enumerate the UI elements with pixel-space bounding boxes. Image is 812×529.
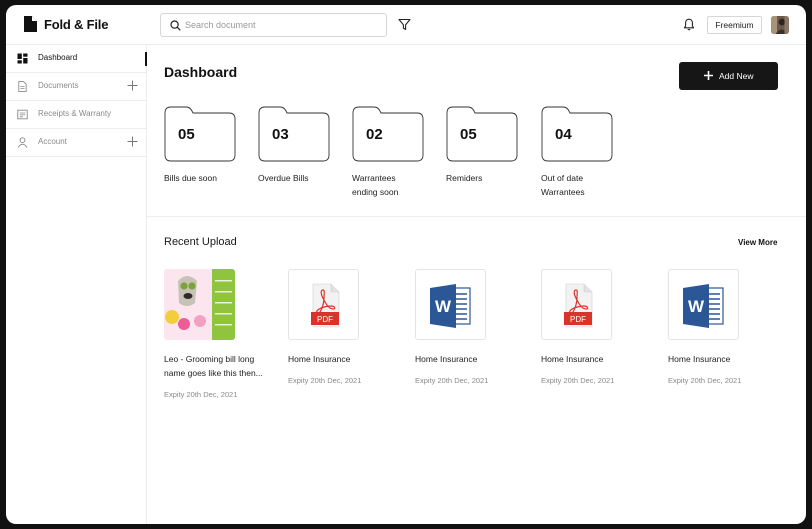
page-title: Dashboard	[164, 64, 238, 80]
file-name: Home Insurance	[415, 352, 527, 366]
sidebar-item-label: Account	[38, 137, 67, 146]
file-name: Home Insurance	[541, 352, 653, 366]
stat-label-line: Bills due soon	[164, 173, 217, 183]
pdf-file-icon	[311, 283, 340, 328]
file-name-line: Home Insurance	[415, 354, 478, 364]
folder-icon	[164, 106, 236, 162]
stat-label-line: Out of date	[541, 173, 584, 183]
top-bar: Fold & File Freemium	[6, 5, 806, 45]
expand-plus-icon[interactable]	[127, 80, 138, 91]
file-name-line: Leo - Grooming bill long	[164, 354, 255, 364]
stat-folder-out-of-date[interactable]: 04	[541, 106, 613, 162]
pdf-badge-label: PDF	[570, 315, 586, 324]
stat-label: Remiders	[446, 171, 526, 185]
folder-icon	[446, 106, 518, 162]
stat-folder-overdue[interactable]: 03	[258, 106, 330, 162]
receipt-icon	[17, 109, 28, 120]
add-new-label: Add New	[719, 71, 754, 81]
file-expiry: Expity 20th Dec, 2021	[668, 376, 742, 385]
file-expiry: Expity 20th Dec, 2021	[415, 376, 489, 385]
active-indicator	[145, 52, 147, 66]
file-thumbnail[interactable]: PDF	[541, 269, 612, 340]
file-thumbnail[interactable]: W	[668, 269, 739, 340]
logo[interactable]: Fold & File	[24, 16, 108, 32]
sidebar-item-documents[interactable]: Documents	[6, 73, 147, 101]
stat-value: 03	[272, 126, 289, 143]
pdf-badge-label: PDF	[317, 315, 333, 324]
stat-label: Warrantees ending soon	[352, 171, 432, 199]
stat-folder-reminders[interactable]: 05	[446, 106, 518, 162]
sidebar-item-label: Documents	[38, 81, 79, 90]
file-expiry: Expity 20th Dec, 2021	[164, 390, 238, 399]
stat-label-line: Warrantees	[352, 173, 396, 183]
sidebar-item-account[interactable]: Account	[6, 129, 147, 157]
sidebar-item-label: Dashboard	[38, 53, 78, 62]
file-thumbnail[interactable]	[164, 269, 235, 340]
folder-icon	[541, 106, 613, 162]
filter-icon[interactable]	[398, 18, 411, 31]
search-box[interactable]	[160, 13, 387, 37]
stat-label: Bills due soon	[164, 171, 244, 185]
file-name-line: Home Insurance	[541, 354, 604, 364]
stat-label-line: Overdue Bills	[258, 173, 309, 183]
sidebar-item-dashboard[interactable]: Dashboard	[6, 45, 147, 73]
stat-value: 05	[460, 126, 477, 143]
folder-icon	[352, 106, 424, 162]
stat-value: 02	[366, 126, 383, 143]
stat-label-line: Remiders	[446, 173, 483, 183]
sidebar: Dashboard Documents Receipts & Warranty …	[6, 45, 147, 524]
user-icon	[17, 137, 28, 148]
avatar[interactable]	[771, 16, 789, 34]
sidebar-item-receipts-warranty[interactable]: Receipts & Warranty	[6, 101, 147, 129]
notification-bell-icon[interactable]	[683, 18, 695, 31]
dashboard-icon	[17, 53, 28, 64]
stat-value: 04	[555, 126, 572, 143]
stat-folder-bills-due[interactable]: 05	[164, 106, 236, 162]
stat-label: Overdue Bills	[258, 171, 338, 185]
file-name: Home Insurance	[668, 352, 780, 366]
file-expiry: Expity 20th Dec, 2021	[541, 376, 615, 385]
search-input[interactable]	[185, 16, 380, 34]
word-badge-letter: W	[434, 297, 452, 316]
app-window: Fold & File Freemium Dashboard Documents…	[6, 5, 806, 524]
plus-icon	[704, 71, 713, 80]
word-badge-letter: W	[687, 297, 705, 316]
file-expiry: Expity 20th Dec, 2021	[288, 376, 362, 385]
folder-icon	[258, 106, 330, 162]
search-icon	[170, 20, 181, 31]
recent-upload-title: Recent Upload	[164, 236, 237, 248]
file-logo-icon	[24, 16, 37, 32]
file-name: Leo - Grooming bill long name goes like …	[164, 352, 276, 380]
stat-folder-warrantees-ending[interactable]: 02	[352, 106, 424, 162]
stat-label-line: Warrantees	[541, 187, 585, 197]
pdf-file-icon	[564, 283, 593, 328]
stat-value: 05	[178, 126, 195, 143]
stat-label: Out of date Warrantees	[541, 171, 621, 199]
app-name: Fold & File	[44, 16, 109, 32]
expand-plus-icon[interactable]	[127, 136, 138, 147]
stat-label-line: ending soon	[352, 187, 399, 197]
file-name-line: Home Insurance	[288, 354, 351, 364]
sidebar-item-label: Receipts & Warranty	[38, 109, 112, 118]
file-thumbnail[interactable]: W	[415, 269, 486, 340]
file-name-line: name goes like this then...	[164, 368, 263, 378]
file-name-line: Home Insurance	[668, 354, 731, 364]
dog-spa-image-thumbnail	[164, 269, 235, 340]
file-thumbnail[interactable]: PDF	[288, 269, 359, 340]
add-new-button[interactable]: Add New	[679, 62, 778, 90]
view-more-link[interactable]: View More	[738, 238, 777, 247]
section-divider	[147, 216, 806, 217]
file-name: Home Insurance	[288, 352, 400, 366]
plan-badge[interactable]: Freemium	[707, 16, 762, 34]
device-frame: Fold & File Freemium Dashboard Documents…	[0, 0, 812, 529]
document-icon	[18, 81, 27, 92]
